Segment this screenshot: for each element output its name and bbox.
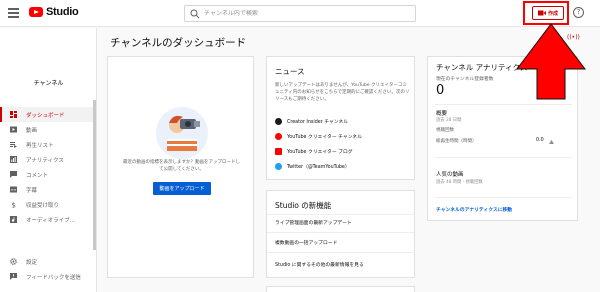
sidebar-item-analytics[interactable]: アナリティクス <box>0 152 96 167</box>
upload-icon[interactable] <box>552 34 562 44</box>
sidebar-item-label: 動画 <box>26 127 38 134</box>
twitter-icon <box>275 163 282 170</box>
search-bar[interactable] <box>184 5 416 22</box>
sidebar-item-playlists[interactable]: 再生リスト <box>0 137 96 152</box>
summary-title: 概要 <box>436 111 448 117</box>
next-card <box>266 286 415 292</box>
channel-label: チャンネル <box>33 80 64 87</box>
sidebar: チャンネル ダッシュボード 動画 再生リスト アナリティクス コメント 字幕 $… <box>0 28 97 292</box>
news-heading: ニュース <box>275 67 305 76</box>
popular-videos-subtitle: 過去 48 時間 · 視聴回数 <box>436 180 483 185</box>
sidebar-bottom-nav: 設定 フィードバックを送信 <box>0 254 96 284</box>
popular-videos-title: 人気の動画 <box>436 172 464 178</box>
feedback-icon <box>10 273 17 280</box>
trend-icon <box>549 139 554 144</box>
go-to-analytics-link[interactable]: チャンネルのアナリティクスに移動 <box>436 206 512 213</box>
sidebar-item-videos[interactable]: 動画 <box>0 122 96 137</box>
sidebar-item-label: ダッシュボード <box>26 112 65 119</box>
live-icon[interactable]: ((•)) <box>567 34 580 41</box>
whats-new-item[interactable]: Studio に関するその他の最新情報を見る <box>275 261 364 268</box>
divider <box>435 157 572 158</box>
sidebar-item-monetization[interactable]: $ 収益受け取り <box>0 197 96 212</box>
create-label: 作成 <box>547 10 558 17</box>
whats-new-item[interactable]: 複数動画の一括アップロード <box>275 239 337 246</box>
divider <box>267 252 414 253</box>
svg-text:$: $ <box>12 202 16 209</box>
views-label: 視聴回数 <box>436 128 454 133</box>
creator-insider-icon <box>275 118 282 125</box>
whats-new-heading: Studio の新機能 <box>275 201 332 210</box>
sidebar-item-label: オーディオライブ... <box>26 217 75 224</box>
upload-illustration <box>156 107 208 159</box>
news-link-youtube-creators[interactable]: YouTube クリエイター チャンネル <box>275 129 415 144</box>
sidebar-item-comments[interactable]: コメント <box>0 167 96 182</box>
subtitles-icon <box>10 186 17 193</box>
audio-library-icon <box>10 216 17 223</box>
sidebar-item-dashboard[interactable]: ダッシュボード <box>0 107 96 122</box>
sidebar-item-label: 字幕 <box>26 187 38 194</box>
youtube-logo-icon <box>29 7 43 17</box>
divider <box>435 104 572 105</box>
subscribers-label: 現在のチャンネル登録者数 <box>436 77 494 82</box>
sidebar-scrollbar[interactable] <box>93 100 96 250</box>
create-button[interactable]: 作成 <box>532 6 564 20</box>
summary-subtitle: 過去 28 日間 <box>436 118 462 123</box>
dollar-icon: $ <box>12 202 16 209</box>
whats-new-card: Studio の新機能 ライブ管理画面の最新アップデート 複数動画の一括アップロ… <box>266 190 415 278</box>
watch-time-label: 総再生時間（時間） <box>436 139 477 144</box>
top-bar: Studio 作成 ? <box>0 0 600 27</box>
divider <box>435 197 572 198</box>
sidebar-nav: ダッシュボード 動画 再生リスト アナリティクス コメント 字幕 $ 収益受け取… <box>0 107 96 227</box>
upload-video-button[interactable]: 動画をアップロード <box>153 182 211 195</box>
blog-icon <box>275 148 282 155</box>
news-link-label: YouTube クリエイター ブログ <box>287 150 353 155</box>
divider <box>267 232 414 233</box>
sidebar-item-label: アナリティクス <box>26 157 64 164</box>
upload-message: 最近の動画の指標を表示しますか？動画をアップロードして公開してください。 <box>123 160 240 172</box>
news-link-label: YouTube クリエイター チャンネル <box>287 135 362 140</box>
help-icon[interactable]: ? <box>573 7 584 18</box>
whats-new-item[interactable]: ライブ管理画面の最新アップデート <box>275 219 352 226</box>
sidebar-item-subtitles[interactable]: 字幕 <box>0 182 96 197</box>
news-links: Creator Insider チャンネル YouTube クリエイター チャン… <box>275 114 415 174</box>
menu-icon[interactable] <box>8 8 19 18</box>
comment-icon <box>10 171 17 178</box>
analytics-title: チャンネル アナリティクス <box>436 63 528 72</box>
news-card: ニュース 新しいアップデートはありませんが、YouTube クリエイターコミュニ… <box>266 56 415 180</box>
sidebar-item-feedback[interactable]: フィードバックを送信 <box>0 269 96 284</box>
dashboard-icon <box>10 111 17 118</box>
upload-card: 最近の動画の指標を表示しますか？動画をアップロードして公開してください。 動画を… <box>107 56 254 278</box>
news-body: 新しいアップデートはありませんが、YouTube クリエイターコミュニティ内のお… <box>275 83 410 102</box>
playlist-icon <box>10 142 17 148</box>
video-camera-icon <box>537 10 546 16</box>
watch-time-value: 0.0 <box>536 138 544 143</box>
analytics-icon <box>10 156 17 163</box>
news-link-label: Twitter（@TeamYouTube） <box>287 165 350 170</box>
sidebar-item-label: 設定 <box>26 259 38 266</box>
analytics-card: チャンネル アナリティクス 現在のチャンネル登録者数 0 概要 過去 28 日間… <box>427 56 578 221</box>
sidebar-item-label: 収益受け取り <box>26 202 60 209</box>
sidebar-item-label: フィードバックを送信 <box>26 274 81 281</box>
youtube-creators-icon <box>275 133 282 140</box>
sidebar-item-label: 再生リスト <box>26 142 54 149</box>
logo-text: Studio <box>46 6 79 18</box>
search-input[interactable] <box>204 10 404 17</box>
gear-icon <box>10 258 17 265</box>
sidebar-item-settings[interactable]: 設定 <box>0 254 96 269</box>
sidebar-item-label: コメント <box>26 172 49 179</box>
news-link-label: Creator Insider チャンネル <box>287 120 349 125</box>
news-link-creator-insider[interactable]: Creator Insider チャンネル <box>275 114 415 129</box>
divider <box>267 214 414 215</box>
search-icon <box>190 9 200 18</box>
news-link-twitter[interactable]: Twitter（@TeamYouTube） <box>275 159 415 174</box>
video-icon <box>10 126 17 133</box>
news-link-blog[interactable]: YouTube クリエイター ブログ <box>275 144 415 159</box>
subscribers-value: 0 <box>436 83 445 98</box>
page-title: チャンネルのダッシュボード <box>110 37 247 49</box>
sidebar-item-audio-library[interactable]: オーディオライブ... <box>0 212 96 227</box>
studio-logo[interactable]: Studio <box>29 6 79 18</box>
